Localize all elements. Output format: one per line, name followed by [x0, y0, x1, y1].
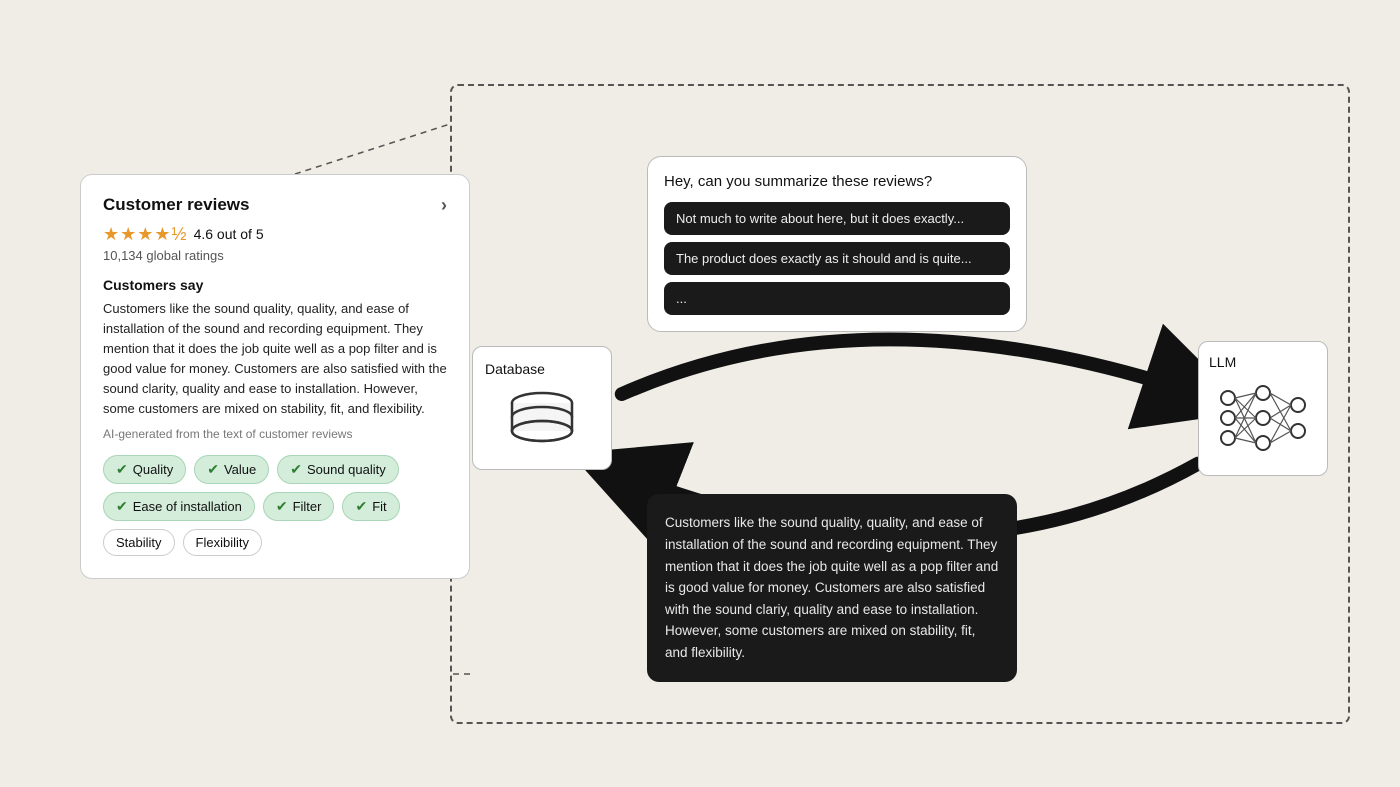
check-icon: ✔ [207, 461, 219, 478]
check-icon: ✔ [116, 461, 128, 478]
chat-question: Hey, can you summarize these reviews? [664, 173, 1010, 190]
stars-display: ★★★★½ [103, 224, 188, 245]
main-diagram-box: Hey, can you summarize these reviews? No… [450, 84, 1350, 724]
tag-ease-installation[interactable]: ✔Ease of installation [103, 492, 255, 521]
check-icon: ✔ [116, 498, 128, 515]
llm-box: LLM [1198, 341, 1328, 476]
global-ratings: 10,134 global ratings [103, 248, 447, 263]
check-icon: ✔ [355, 498, 367, 515]
rating-text: 4.6 out of 5 [194, 226, 264, 242]
tag-value[interactable]: ✔Value [194, 455, 269, 484]
chat-review-2: The product does exactly as it should an… [664, 242, 1010, 275]
reviews-card: Customer reviews › ★★★★½ 4.6 out of 5 10… [80, 174, 470, 580]
database-label: Database [485, 361, 545, 377]
chat-review-1: Not much to write about here, but it doe… [664, 202, 1010, 235]
stars-row: ★★★★½ 4.6 out of 5 [103, 224, 447, 245]
tag-filter[interactable]: ✔Filter [263, 492, 335, 521]
database-box: Database [472, 346, 612, 470]
result-text: Customers like the sound quality, qualit… [665, 512, 999, 663]
check-icon: ✔ [290, 461, 302, 478]
customers-say-title: Customers say [103, 277, 447, 293]
tag-fit[interactable]: ✔Fit [342, 492, 399, 521]
llm-icon [1213, 378, 1313, 463]
tags-container: ✔Quality ✔Value ✔Sound quality ✔Ease of … [103, 455, 447, 556]
tag-stability[interactable]: Stability [103, 529, 175, 556]
chat-prompt-box: Hey, can you summarize these reviews? No… [647, 156, 1027, 332]
customers-say-body: Customers like the sound quality, qualit… [103, 299, 447, 420]
chevron-right-icon[interactable]: › [441, 195, 447, 216]
ai-generated-note: AI-generated from the text of customer r… [103, 427, 447, 441]
chat-review-3: ... [664, 282, 1010, 315]
tag-flexibility[interactable]: Flexibility [183, 529, 262, 556]
reviews-card-title: Customer reviews › [103, 195, 447, 216]
result-summary-box: Customers like the sound quality, qualit… [647, 494, 1017, 681]
tag-quality[interactable]: ✔Quality [103, 455, 186, 484]
database-icon [502, 385, 582, 455]
tag-sound-quality[interactable]: ✔Sound quality [277, 455, 399, 484]
check-icon: ✔ [276, 498, 288, 515]
llm-label: LLM [1209, 354, 1236, 370]
